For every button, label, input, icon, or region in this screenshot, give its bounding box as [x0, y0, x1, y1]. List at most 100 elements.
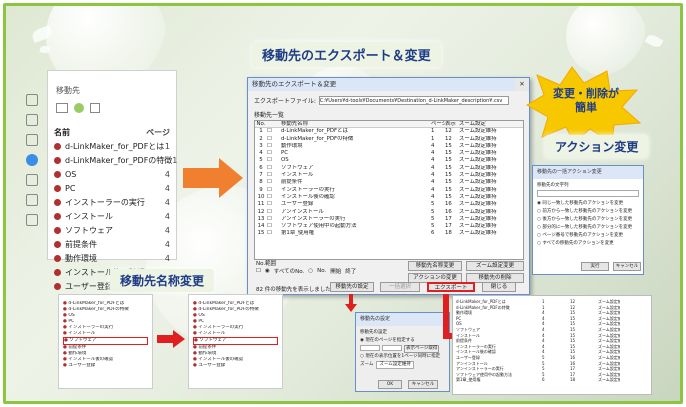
layers-icon[interactable]: [26, 134, 38, 146]
table-row[interactable]: 10 ☐ インストール後の確認 4 15 ズーム設定維持: [255, 194, 523, 201]
set-ok-button[interactable]: OK: [378, 380, 402, 389]
table-row[interactable]: 4 ☐ PC 4 15 ズーム設定維持: [255, 150, 523, 157]
destination-list-item[interactable]: d-LinkMaker_for_PDFの特徴 1: [48, 153, 177, 167]
destination-list-item[interactable]: OS 4: [48, 167, 176, 181]
row-checkbox[interactable]: ☐: [267, 230, 281, 237]
select-all-button[interactable]: 一括選択: [380, 282, 420, 292]
table-row[interactable]: 15 ☐ 第1章_使用権 6 18 ズーム設定維持: [255, 230, 523, 237]
signature-icon[interactable]: [26, 194, 38, 206]
action-label: 移動先の文字列: [537, 183, 569, 188]
mini-item-label: 動作環境: [68, 351, 87, 356]
table-cell: 11: [257, 201, 265, 208]
table-row[interactable]: 9 ☐ インストーラーの実行 4 15 ズーム設定維持: [255, 187, 523, 194]
mini-item-label: d-LinkMaker_for_PDFの特徴: [198, 307, 259, 312]
item-page: 4: [164, 183, 170, 193]
row-checkbox[interactable]: ☐: [267, 165, 281, 172]
page-to-input[interactable]: [382, 345, 402, 351]
row-checkbox[interactable]: ☐: [267, 187, 281, 194]
table-row[interactable]: 5 ☐ OS 4 15 ズーム設定維持: [255, 157, 523, 164]
action-opt2[interactable]: ○ 前方から一致した移動先のアクションを変更: [537, 208, 639, 216]
table-row[interactable]: 11 ☐ ユーザー登録 5 16 ズーム設定維持: [255, 201, 523, 208]
action-opt1[interactable]: ◉ 同じ一致した移動先のアクションを変更: [537, 200, 639, 208]
table-row[interactable]: 2 ☐ d-LinkMaker_for_PDFの特徴 1 12 ズーム設定維持: [255, 136, 523, 143]
export-button[interactable]: エクスポート: [427, 282, 475, 292]
table-row[interactable]: 3 ☐ 動作環境 4 15 ズーム設定維持: [255, 143, 523, 150]
destination-list-item[interactable]: インストーラーの実行 4: [48, 195, 176, 209]
row-checkbox[interactable]: ☐: [267, 216, 281, 223]
col-name: 名前: [54, 127, 70, 137]
action-opt5[interactable]: ○ ページ番号で移動先のアクションを変更: [537, 232, 639, 240]
table-cell: 第1章_使用権: [281, 230, 315, 237]
table-row[interactable]: 14 ☐ ソフトウェア使用中の起動方法 5 17 ズーム設定維持: [255, 223, 523, 230]
start-label: 開始: [330, 269, 342, 275]
opt2-label: 前方から一致した移動先のアクションを変更: [542, 209, 633, 214]
attachment-icon[interactable]: [26, 174, 38, 186]
set-cancel-button[interactable]: キャンセル: [408, 380, 438, 389]
dialog-titlebar: 移動先のエクスポート＆変更 ✕: [248, 78, 529, 91]
row-checkbox[interactable]: ☐: [267, 194, 281, 201]
table-cell: ズーム設定維持: [459, 157, 497, 164]
mini-item-label: ソフトウェア: [69, 338, 97, 343]
page-icon[interactable]: [26, 94, 38, 106]
row-checkbox[interactable]: ☐: [267, 223, 281, 230]
table-cell: PC: [281, 150, 289, 157]
set-opt2[interactable]: ○ 現在の表示位置を1ページ同時に指定: [360, 353, 445, 361]
destination-list-item[interactable]: 前提条件 4: [48, 237, 176, 251]
table-row[interactable]: 13 ☐ アンインストーラーの実行 5 17 ズーム設定維持: [255, 216, 523, 223]
table-cell: 15: [445, 164, 452, 171]
destination-icon[interactable]: [26, 154, 38, 166]
row-checkbox[interactable]: ☐: [267, 143, 281, 150]
destination-list-item[interactable]: ソフトウェア 4: [48, 223, 176, 237]
row-checkbox[interactable]: ☐: [267, 209, 281, 216]
table-row[interactable]: 1 ☐ d-LinkMaker_for_PDFとは 1 12 ズーム設定維持: [255, 128, 523, 135]
opt4-label: 部分的に一致した移動先のアクションを変更: [542, 225, 633, 230]
table-row[interactable]: 6 ☐ ソフトウェア 4 15 ズーム設定維持: [255, 165, 523, 172]
destination-list-item[interactable]: インストール 4: [48, 209, 176, 223]
table-cell: d-LinkMaker_for_PDFの特徴: [281, 135, 354, 142]
set-opt1[interactable]: ◉ 現在のページを指定する: [360, 337, 445, 345]
trash-icon[interactable]: [90, 103, 100, 113]
tag-icon[interactable]: [26, 214, 38, 226]
row-checkbox[interactable]: ☐: [267, 179, 281, 186]
table-row[interactable]: 7 ☐ インストール 4 15 ズーム設定維持: [255, 172, 523, 179]
rename-button[interactable]: 移動先名称変更: [408, 261, 462, 271]
rename-after-panel: ● d-LinkMaker_for_PDFとは ● d-LinkMaker_for…: [188, 294, 283, 389]
close-button[interactable]: 閉じる: [482, 282, 516, 292]
export-file-input[interactable]: C:¥Users¥d-tools¥Documents¥Destination_d…: [318, 96, 509, 105]
table-cell: d-LinkMaker_for_PDFとは: [281, 128, 348, 135]
set-dialog-body: 移動先の設定 ◉ 現在のページを指定する 表示ページ取得 ○ 現在の表示位置を1…: [356, 326, 449, 372]
zoom-select[interactable]: ズーム設定維持: [376, 361, 414, 369]
destination-list-item[interactable]: d-LinkMaker_for_PDFとは 1: [48, 139, 176, 153]
action-opt6[interactable]: ○ すべての移動先のアクションを変更: [537, 240, 639, 248]
table-row[interactable]: 12 ☐ アンインストール 5 16 ズーム設定維持: [255, 209, 523, 216]
bookmark-icon[interactable]: [26, 114, 38, 126]
destination-list-item[interactable]: 動作環境 4: [48, 251, 176, 265]
zoom-change-button[interactable]: ズーム設定変更: [466, 261, 524, 271]
row-checkbox[interactable]: ☐: [267, 128, 281, 135]
action-ok-button[interactable]: 実行: [581, 262, 609, 271]
radio-all[interactable]: ◉: [265, 268, 270, 274]
destination-list-item[interactable]: PC 4: [48, 181, 176, 195]
action-cancel-button[interactable]: キャンセル: [613, 262, 641, 271]
radio-no[interactable]: ○: [308, 268, 313, 274]
row-checkbox[interactable]: ☐: [267, 136, 281, 143]
set-destination-button[interactable]: 移動先の設定: [330, 282, 374, 292]
row-checkbox[interactable]: ☐: [267, 157, 281, 164]
get-page-button[interactable]: 表示ページ取得: [404, 345, 440, 353]
table-cell: 2: [259, 135, 263, 142]
action-opt4[interactable]: ○ 部分的に一致した移動先のアクションを変更: [537, 224, 639, 232]
select-checkbox[interactable]: ☐: [256, 268, 261, 274]
page-from-input[interactable]: [360, 345, 380, 351]
row-checkbox[interactable]: ☐: [267, 150, 281, 157]
action-opt3[interactable]: ○ 後方から一致した移動先のアクションを変更: [537, 216, 639, 224]
table-row[interactable]: 8 ☐ 前提条件 4 15 ズーム設定維持: [255, 179, 523, 186]
mini-list-item: ● ソフトウェア: [193, 337, 278, 345]
options-icon[interactable]: [56, 103, 68, 113]
action-input[interactable]: [537, 190, 639, 197]
row-checkbox[interactable]: ☐: [267, 201, 281, 208]
row-checkbox[interactable]: ☐: [267, 172, 281, 179]
table-cell: OS: [281, 157, 289, 164]
new-destination-icon[interactable]: [74, 103, 84, 113]
panel-toolbar: [48, 99, 176, 117]
item-page: 4: [164, 211, 170, 221]
